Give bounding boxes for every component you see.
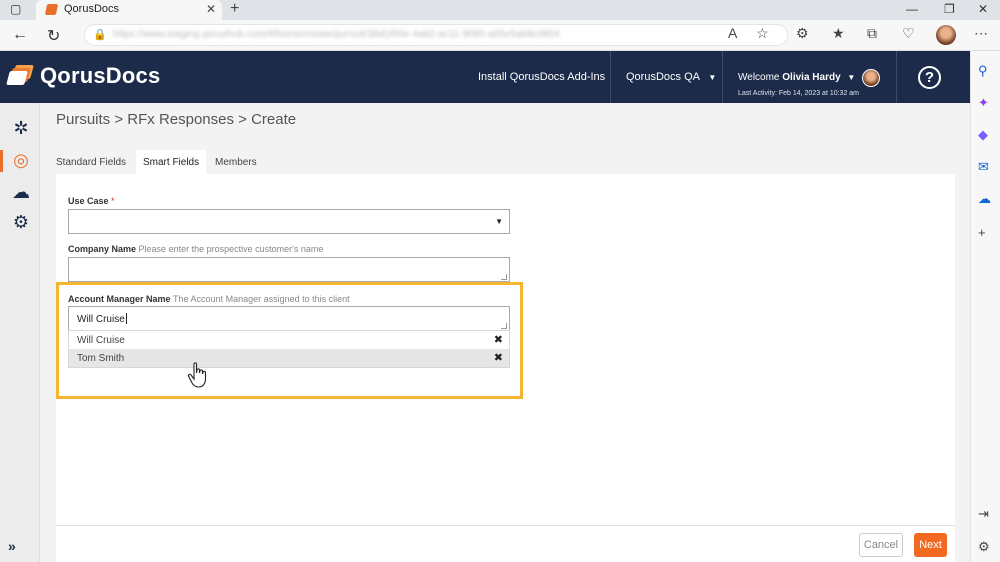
last-activity: Last Activity: Feb 14, 2023 at 10:32 am <box>738 90 860 97</box>
hand-cursor-icon <box>187 362 207 388</box>
minimize-icon[interactable]: — <box>906 2 918 16</box>
suggestion-label: Tom Smith <box>77 353 125 364</box>
qorusdocs-favicon-icon <box>44 4 59 15</box>
new-tab-icon[interactable]: + <box>230 0 239 18</box>
hide-sidebar-icon[interactable]: ⇥ <box>978 506 989 522</box>
header-divider <box>610 51 611 103</box>
favorite-icon[interactable]: ☆ <box>756 25 769 42</box>
header-divider <box>722 51 723 103</box>
edge-sidebar: ⚲ ✦ ◆ ✉ ☁ + ⇥ ⚙ <box>970 51 1000 562</box>
next-button[interactable]: Next <box>914 533 947 557</box>
favorites-icon[interactable]: ★ <box>832 25 845 42</box>
user-avatar[interactable] <box>862 69 880 87</box>
workspace-selector[interactable]: QorusDocs QA ▼ <box>626 71 716 83</box>
suggestion-list: Will Cruise ✖ Tom Smith ✖ <box>68 330 510 368</box>
maximize-icon[interactable]: ❐ <box>944 2 955 16</box>
suggestion-item[interactable]: Will Cruise ✖ <box>69 331 509 349</box>
close-window-icon[interactable]: ✕ <box>978 2 988 16</box>
browser-toolbar: ← ↻ 🔒 https://www.staging.qorushub.com/#… <box>0 20 1000 51</box>
suggestion-label: Will Cruise <box>77 335 125 346</box>
left-nav: ✲ ◎ ☁ ⚙ <box>0 103 40 562</box>
lock-icon: 🔒 <box>93 29 107 41</box>
chevron-down-icon: ▼ <box>495 217 503 226</box>
logo-mark-icon <box>6 65 34 85</box>
account-manager-label: Account Manager Name The Account Manager… <box>68 294 350 304</box>
browser-tabstrip: ▢ QorusDocs ✕ + — ❐ ✕ <box>0 0 1000 20</box>
company-name-label: Company Name Please enter the prospectiv… <box>68 244 324 254</box>
address-bar[interactable]: 🔒 https://www.staging.qorushub.com/#/hom… <box>84 24 788 46</box>
tab-members[interactable]: Members <box>208 150 268 174</box>
company-name-hint: Please enter the prospective customer's … <box>138 244 324 254</box>
use-case-label: Use Case * <box>68 196 115 206</box>
add-sidebar-icon[interactable]: + <box>978 225 986 240</box>
user-menu[interactable]: Welcome Olivia Hardy ▼ <box>738 72 855 83</box>
extensions-icon[interactable]: ⚙ <box>796 25 809 42</box>
suggestion-item[interactable]: Tom Smith ✖ <box>69 349 509 367</box>
resize-handle-icon[interactable] <box>501 274 507 280</box>
browser-essentials-icon[interactable]: ♡ <box>902 25 915 42</box>
chevron-down-icon: ▼ <box>708 73 717 82</box>
settings-icon[interactable]: ⚙ <box>978 539 990 555</box>
workspace-name: QorusDocs QA <box>626 71 700 83</box>
browser-tab-title: QorusDocs <box>64 3 120 15</box>
search-icon[interactable]: ⚲ <box>978 63 988 79</box>
active-nav-indicator <box>0 150 3 172</box>
tab-standard-fields[interactable]: Standard Fields <box>50 150 136 174</box>
help-button[interactable]: ? <box>918 66 941 89</box>
browser-tab[interactable]: QorusDocs ✕ <box>36 0 222 20</box>
close-tab-icon[interactable]: ✕ <box>206 2 216 16</box>
app-header: QorusDocs Install QorusDocs Add-Ins Qoru… <box>0 51 970 103</box>
outlook-icon[interactable]: ✉ <box>978 159 989 175</box>
chevron-down-icon: ▼ <box>847 73 856 82</box>
tab-smart-fields[interactable]: Smart Fields <box>136 150 206 174</box>
brand-name: QorusDocs <box>40 63 161 88</box>
required-marker: * <box>111 196 115 206</box>
onedrive-icon[interactable]: ☁ <box>978 191 991 207</box>
more-options-icon[interactable]: ⋯ <box>974 25 988 42</box>
settings-gear-icon[interactable]: ⚙ <box>10 211 32 233</box>
form-panel: Use Case * ▼ Company Name Please enter t… <box>56 174 955 562</box>
account-manager-hint: The Account Manager assigned to this cli… <box>173 294 350 304</box>
resize-handle-icon[interactable] <box>501 323 507 329</box>
breadcrumb: Pursuits > RFx Responses > Create <box>56 111 297 128</box>
welcome-prefix: Welcome <box>738 72 780 83</box>
network-icon[interactable]: ✲ <box>10 117 32 139</box>
install-addins-link[interactable]: Install QorusDocs Add-Ins <box>478 71 605 83</box>
url-text: https://www.staging.qorushub.com/#/home/… <box>113 29 560 40</box>
games-icon[interactable]: ◆ <box>978 127 988 143</box>
copilot-icon[interactable]: ✦ <box>978 95 989 111</box>
browser-profile-avatar[interactable] <box>936 25 956 45</box>
cloud-network-icon[interactable]: ☁ <box>10 181 32 203</box>
remove-icon[interactable]: ✖ <box>494 333 503 346</box>
account-manager-value: Will Cruise <box>77 313 127 325</box>
refresh-icon[interactable]: ↻ <box>47 26 60 46</box>
remove-icon[interactable]: ✖ <box>494 351 503 364</box>
use-case-select[interactable]: ▼ <box>68 209 510 234</box>
account-manager-field[interactable]: Will Cruise <box>68 306 510 331</box>
expand-nav-icon[interactable]: » <box>8 538 16 554</box>
cancel-button[interactable]: Cancel <box>859 533 903 557</box>
back-icon[interactable]: ← <box>12 26 28 44</box>
target-icon[interactable]: ◎ <box>10 149 32 171</box>
read-aloud-icon[interactable]: A <box>728 25 737 41</box>
footer-divider <box>56 525 955 526</box>
user-name: Olivia Hardy <box>782 72 841 83</box>
company-name-field[interactable] <box>68 257 510 282</box>
collections-icon[interactable]: ⧉ <box>867 25 877 42</box>
tab-actions-icon[interactable]: ▢ <box>10 2 21 16</box>
main-content: Pursuits > RFx Responses > Create Standa… <box>40 103 970 562</box>
header-divider <box>896 51 897 103</box>
